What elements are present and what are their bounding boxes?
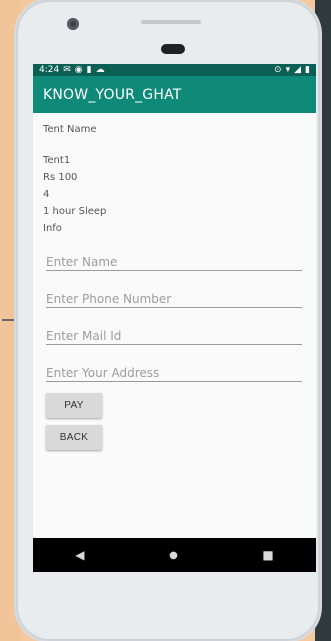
- location-icon: ⊙: [274, 64, 282, 75]
- tent-duration: 1 hour Sleep: [43, 206, 107, 217]
- cloud-icon: ☁: [95, 64, 105, 75]
- battery-icon: ▮: [305, 64, 310, 75]
- name-field[interactable]: [46, 252, 302, 271]
- photo-icon: ◉: [74, 64, 83, 75]
- phone-frame: 4:24 ✉ ◉ ▮ ☁ ⊙ ▾ ◢ ▮ KNOW_YOUR_GHAT Tent…: [16, 0, 320, 641]
- home-circle-icon[interactable]: ●: [169, 550, 178, 561]
- status-time: 4:24: [39, 65, 60, 75]
- address-field[interactable]: [46, 363, 302, 382]
- signal-icon: ◢: [294, 64, 302, 75]
- content: Tent Name Tent1 Rs 100 4 1 hour Sleep In…: [33, 113, 316, 450]
- front-camera-icon: [67, 18, 79, 30]
- screen: 4:24 ✉ ◉ ▮ ☁ ⊙ ▾ ◢ ▮ KNOW_YOUR_GHAT Tent…: [33, 64, 316, 572]
- tent-name-label: Tent Name: [43, 124, 97, 135]
- tent-price: Rs 100: [43, 172, 78, 183]
- phone-input[interactable]: [46, 292, 302, 307]
- speaker-grill: [141, 20, 201, 24]
- back-button[interactable]: BACK: [46, 425, 102, 450]
- tent-info: Info: [43, 223, 62, 234]
- back-triangle-icon[interactable]: ◀: [75, 548, 84, 562]
- app-bar: KNOW_YOUR_GHAT: [33, 76, 316, 113]
- phone-field[interactable]: [46, 289, 302, 308]
- mail-icon: ✉: [63, 64, 71, 75]
- status-left: 4:24 ✉ ◉ ▮ ☁: [39, 65, 105, 75]
- mail-field[interactable]: [46, 326, 302, 345]
- app-title: KNOW_YOUR_GHAT: [43, 86, 182, 103]
- pay-button[interactable]: PAY: [46, 393, 102, 418]
- mail-input[interactable]: [46, 329, 302, 344]
- status-bar: 4:24 ✉ ◉ ▮ ☁ ⊙ ▾ ◢ ▮: [33, 64, 316, 76]
- recents-square-icon[interactable]: ■: [262, 548, 273, 562]
- name-input[interactable]: [46, 255, 302, 270]
- sim-icon: ▮: [86, 64, 92, 75]
- address-input[interactable]: [46, 366, 302, 381]
- proximity-sensor: [161, 44, 185, 54]
- wifi-icon: ▾: [285, 64, 291, 75]
- status-right: ⊙ ▾ ◢ ▮: [274, 64, 310, 75]
- tent-name-value: Tent1: [43, 155, 71, 166]
- tent-capacity: 4: [43, 189, 50, 200]
- navigation-bar: ◀ ● ■: [33, 538, 316, 572]
